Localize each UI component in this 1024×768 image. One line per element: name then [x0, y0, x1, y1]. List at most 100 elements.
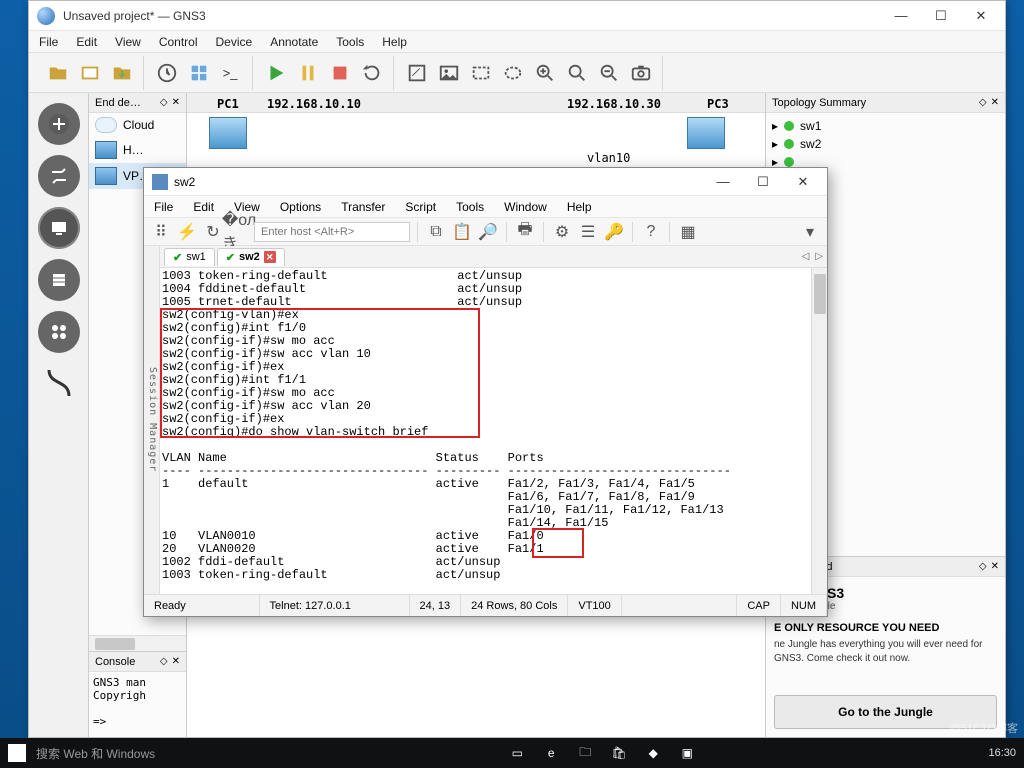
- menu-edit[interactable]: Edit: [193, 200, 214, 214]
- tab-next-icon[interactable]: ▷: [815, 251, 823, 262]
- session-manager-tab[interactable]: Session Manager: [144, 246, 160, 594]
- zoom-in-icon[interactable]: [530, 58, 560, 88]
- minimize-button[interactable]: —: [703, 168, 743, 196]
- menu-script[interactable]: Script: [405, 200, 436, 214]
- note-icon[interactable]: [402, 58, 432, 88]
- console-output[interactable]: GNS3 man Copyrigh =>: [89, 672, 186, 737]
- rect-icon[interactable]: [466, 58, 496, 88]
- key-icon[interactable]: 🔑: [603, 221, 625, 243]
- play-icon[interactable]: [261, 58, 291, 88]
- zoom-out-icon[interactable]: [594, 58, 624, 88]
- security-devices-icon[interactable]: [38, 259, 80, 301]
- menu-transfer[interactable]: Transfer: [341, 200, 385, 214]
- terminal-titlebar[interactable]: sw2 — ☐ ✕: [144, 168, 827, 196]
- disconnect-icon[interactable]: �олき: [228, 221, 250, 243]
- show-labels-icon[interactable]: [184, 58, 214, 88]
- undock-icon[interactable]: ◇: [979, 561, 987, 572]
- project-icon[interactable]: [75, 58, 105, 88]
- menu-edit[interactable]: Edit: [76, 35, 97, 49]
- close-button[interactable]: ✕: [783, 168, 823, 196]
- terminal-text[interactable]: 1003 token-ring-default act/unsup 1004 f…: [160, 268, 827, 584]
- stop-icon[interactable]: [325, 58, 355, 88]
- print-icon[interactable]: 🖶: [514, 221, 536, 243]
- taskview-icon[interactable]: ▭: [500, 741, 534, 765]
- all-devices-icon[interactable]: [38, 311, 80, 353]
- app2-icon[interactable]: ▣: [670, 741, 704, 765]
- pause-icon[interactable]: [293, 58, 323, 88]
- close-panel-icon[interactable]: ✕: [172, 97, 180, 108]
- pc1-node[interactable]: [209, 117, 247, 149]
- close-tab-icon[interactable]: ✕: [264, 251, 276, 263]
- tab-sw1[interactable]: ✔sw1: [164, 248, 215, 266]
- terminal-output[interactable]: 1003 token-ring-default act/unsup 1004 f…: [160, 268, 827, 594]
- close-panel-icon[interactable]: ✕: [172, 656, 180, 667]
- maximize-button[interactable]: ☐: [921, 2, 961, 30]
- export-icon[interactable]: [107, 58, 137, 88]
- menu-view[interactable]: View: [115, 35, 141, 49]
- minimize-button[interactable]: —: [881, 2, 921, 30]
- menu-file[interactable]: File: [39, 35, 58, 49]
- close-button[interactable]: ✕: [961, 2, 1001, 30]
- copy-icon[interactable]: ⧉: [425, 221, 447, 243]
- topology-tree[interactable]: ▸sw1 ▸sw2 ▸: [766, 113, 1005, 175]
- tab-prev-icon[interactable]: ◁: [802, 251, 810, 262]
- edge-icon[interactable]: e: [534, 741, 568, 765]
- close-panel-icon[interactable]: ✕: [991, 97, 999, 108]
- find-icon[interactable]: 🔎: [477, 221, 499, 243]
- tab-sw2[interactable]: ✔sw2✕: [217, 248, 285, 266]
- hscrollbar[interactable]: [89, 635, 186, 651]
- console-panel: Console◇✕ GNS3 man Copyrigh =>: [89, 651, 186, 737]
- paste-icon[interactable]: 📋: [451, 221, 473, 243]
- reconnect-icon[interactable]: ↻: [202, 221, 224, 243]
- menu-window[interactable]: Window: [504, 200, 547, 214]
- routers-icon[interactable]: [38, 103, 80, 145]
- undock-icon[interactable]: ◇: [160, 656, 168, 667]
- zoom-reset-icon[interactable]: [562, 58, 592, 88]
- store-icon[interactable]: 🛍: [602, 741, 636, 765]
- undock-icon[interactable]: ◇: [979, 97, 987, 108]
- image-icon[interactable]: [434, 58, 464, 88]
- maximize-button[interactable]: ☐: [743, 168, 783, 196]
- settings-icon[interactable]: ⚙: [551, 221, 573, 243]
- open-project-icon[interactable]: [43, 58, 73, 88]
- node-cloud[interactable]: Cloud: [89, 113, 186, 137]
- menu-options[interactable]: Options: [280, 200, 321, 214]
- session-options-icon[interactable]: ☰: [577, 221, 599, 243]
- menu-control[interactable]: Control: [159, 35, 198, 49]
- undock-icon[interactable]: ◇: [160, 97, 168, 108]
- taskbar-search[interactable]: 搜索 Web 和 Windows: [36, 745, 216, 762]
- console-icon[interactable]: >_: [216, 58, 246, 88]
- help-icon[interactable]: ?: [640, 221, 662, 243]
- windows-taskbar[interactable]: 搜索 Web 和 Windows ▭ e 🗀 🛍 ◆ ▣ 16:30: [0, 738, 1024, 768]
- switches-icon[interactable]: [38, 155, 80, 197]
- node-host[interactable]: H…: [89, 137, 186, 163]
- start-button-icon[interactable]: [8, 744, 26, 762]
- menu-help[interactable]: Help: [382, 35, 407, 49]
- tree-item-sw2[interactable]: ▸sw2: [772, 135, 999, 153]
- session-tree-icon[interactable]: ⠿: [150, 221, 172, 243]
- quick-connect-icon[interactable]: ⚡: [176, 221, 198, 243]
- end-devices-icon[interactable]: [38, 207, 80, 249]
- gns3-menubar[interactable]: File Edit View Control Device Annotate T…: [29, 31, 1005, 53]
- menu-help[interactable]: Help: [567, 200, 592, 214]
- vscrollbar[interactable]: [811, 268, 827, 594]
- host-input[interactable]: [254, 222, 410, 242]
- menu-annotate[interactable]: Annotate: [270, 35, 318, 49]
- clock[interactable]: 16:30: [988, 747, 1016, 759]
- snapshot-icon[interactable]: [152, 58, 182, 88]
- menu-tools[interactable]: Tools: [336, 35, 364, 49]
- screenshot-icon[interactable]: [626, 58, 656, 88]
- menu-tools[interactable]: Tools: [456, 200, 484, 214]
- tree-item-sw1[interactable]: ▸sw1: [772, 117, 999, 135]
- app1-icon[interactable]: ◆: [636, 741, 670, 765]
- add-link-icon[interactable]: [42, 363, 76, 403]
- menu-device[interactable]: Device: [216, 35, 253, 49]
- menu-file[interactable]: File: [154, 200, 173, 214]
- toggle-icon[interactable]: ▦: [677, 221, 699, 243]
- ellipse-icon[interactable]: [498, 58, 528, 88]
- close-panel-icon[interactable]: ✕: [991, 561, 999, 572]
- toolbar-overflow-icon[interactable]: ▾: [799, 221, 821, 243]
- reload-icon[interactable]: [357, 58, 387, 88]
- explorer-icon[interactable]: 🗀: [568, 741, 602, 765]
- pc3-node[interactable]: [687, 117, 725, 149]
